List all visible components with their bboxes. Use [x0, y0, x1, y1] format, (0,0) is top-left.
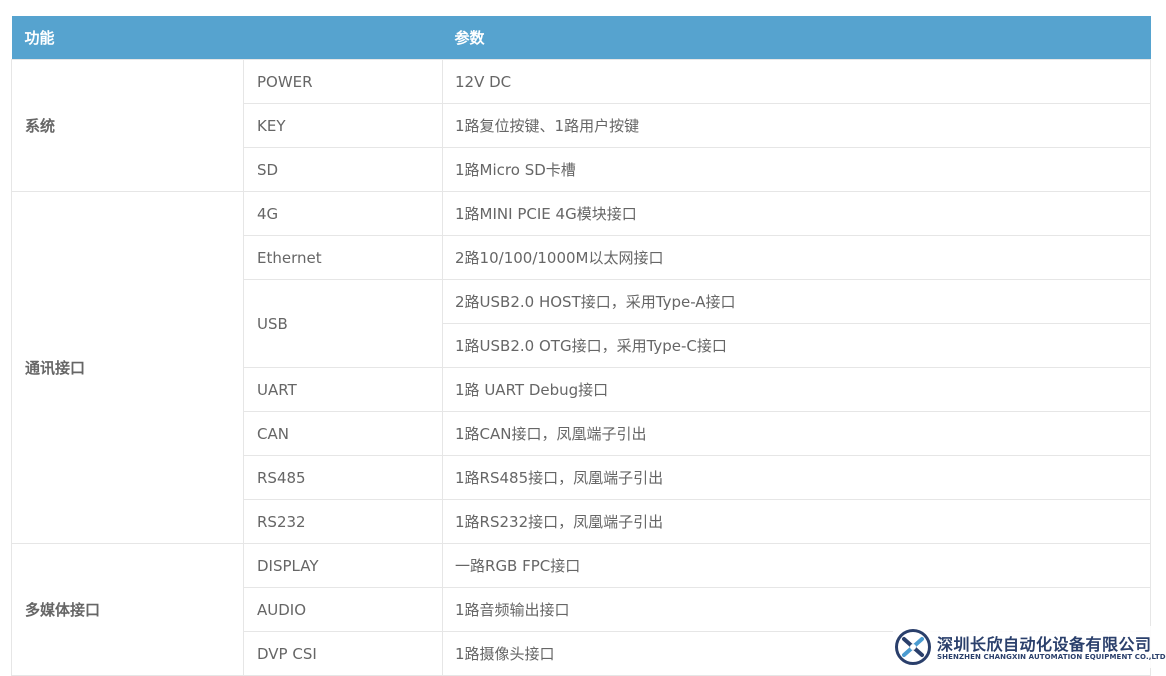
table-row: 通讯接口 4G 1路MINI PCIE 4G模块接口 — [11, 191, 1152, 544]
item-value: 2路USB2.0 HOST接口，采用Type-A接口 — [442, 279, 1152, 324]
company-logo: 深圳长欣自动化设备有限公司 SHENZHEN CHANGXIN AUTOMATI… — [893, 626, 1166, 668]
header-parameter: 参数 — [442, 16, 1151, 60]
item-value: 1路 UART Debug接口 — [442, 367, 1152, 412]
company-logo-mark-icon — [895, 629, 931, 665]
table-row: 多媒体接口 DISPLAY 一路RGB FPC接口 — [11, 543, 1152, 676]
item-value: 1路CAN接口，凤凰端子引出 — [442, 411, 1152, 456]
item-value: 1路音频输出接口 — [442, 587, 1152, 632]
item-value: 1路RS485接口，凤凰端子引出 — [442, 455, 1152, 500]
table-row: 系统 POWER 12V DC — [11, 59, 1152, 192]
item-label: AUDIO — [242, 587, 444, 632]
item-value: 一路RGB FPC接口 — [442, 543, 1152, 588]
header-function: 功能 — [11, 16, 443, 60]
item-label: POWER — [242, 59, 444, 104]
item-value: 1路Micro SD卡槽 — [442, 147, 1152, 192]
item-label: DVP CSI — [242, 631, 444, 676]
item-label: DISPLAY — [242, 543, 444, 588]
item-label: USB — [242, 279, 444, 368]
item-label: Ethernet — [242, 235, 444, 280]
item-label: UART — [242, 367, 444, 412]
item-value: 1路USB2.0 OTG接口，采用Type-C接口 — [442, 323, 1152, 368]
spec-table: 功能 参数 系统 POWER 12V DC KEY 1路复位按键、1路用户按键 SD 1路M… — [11, 16, 1152, 676]
item-label: 4G — [242, 191, 444, 236]
group-label: 系统 — [11, 59, 244, 192]
item-label: CAN — [242, 411, 444, 456]
item-value: 12V DC — [442, 59, 1152, 104]
item-label: KEY — [242, 103, 444, 148]
spec-table-container: 功能 参数 系统 POWER 12V DC KEY 1路复位按键、1路用户按键 SD 1路M… — [11, 16, 1152, 676]
company-name-en: SHENZHEN CHANGXIN AUTOMATION EQUIPMENT C… — [937, 653, 1166, 661]
item-value: 1路MINI PCIE 4G模块接口 — [442, 191, 1152, 236]
group-label: 通讯接口 — [11, 191, 244, 544]
item-value: 1路复位按键、1路用户按键 — [442, 103, 1152, 148]
table-body: 系统 POWER 12V DC KEY 1路复位按键、1路用户按键 SD 1路Micro S… — [11, 59, 1152, 676]
item-label: RS485 — [242, 455, 444, 500]
item-label: RS232 — [242, 499, 444, 544]
item-value: 1路RS232接口，凤凰端子引出 — [442, 499, 1152, 544]
item-label: SD — [242, 147, 444, 192]
table-header-row: 功能 参数 — [11, 16, 1151, 60]
company-name-cn: 深圳长欣自动化设备有限公司 — [937, 635, 1152, 654]
group-label: 多媒体接口 — [11, 543, 244, 676]
item-value: 2路10/100/1000M以太网接口 — [442, 235, 1152, 280]
